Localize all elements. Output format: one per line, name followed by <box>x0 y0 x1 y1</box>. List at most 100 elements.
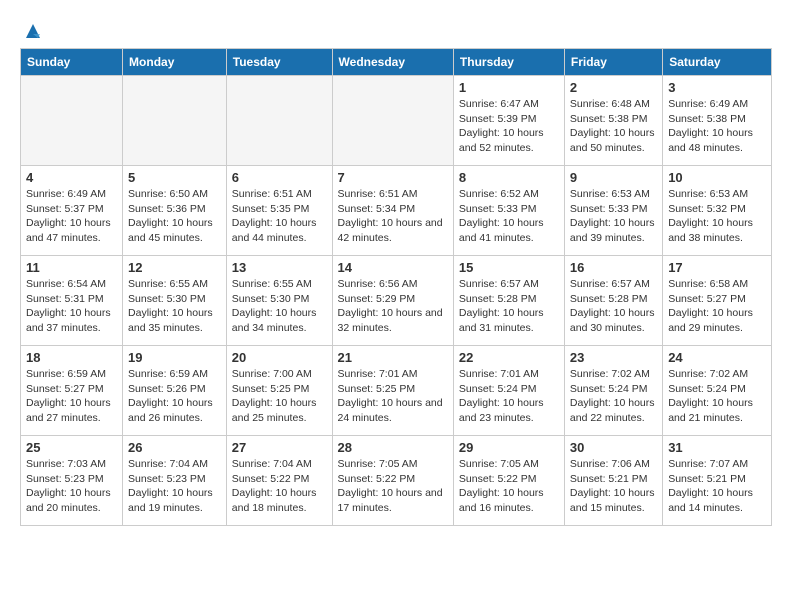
cell-info: Sunrise: 7:02 AM Sunset: 5:24 PM Dayligh… <box>668 367 766 426</box>
cell-info: Sunrise: 7:01 AM Sunset: 5:24 PM Dayligh… <box>459 367 559 426</box>
day-number: 5 <box>128 170 221 185</box>
cell-info: Sunrise: 6:55 AM Sunset: 5:30 PM Dayligh… <box>128 277 221 336</box>
logo-icon <box>22 20 44 42</box>
cell-info: Sunrise: 6:58 AM Sunset: 5:27 PM Dayligh… <box>668 277 766 336</box>
day-number: 27 <box>232 440 327 455</box>
cell-info: Sunrise: 6:57 AM Sunset: 5:28 PM Dayligh… <box>459 277 559 336</box>
day-number: 9 <box>570 170 657 185</box>
calendar-cell-29: 29Sunrise: 7:05 AM Sunset: 5:22 PM Dayli… <box>453 436 564 526</box>
cell-info: Sunrise: 6:47 AM Sunset: 5:39 PM Dayligh… <box>459 97 559 156</box>
day-number: 4 <box>26 170 117 185</box>
calendar-cell-20: 20 Sunrise: 7:00 AM Sunset: 5:25 PM Dayli… <box>226 346 332 436</box>
calendar-cell-30: 30 Sunrise: 7:06 AM Sunset: 5:21 PM Dayli… <box>564 436 662 526</box>
calendar-cell-11: 11 Sunrise: 6:54 AM Sunset: 5:31 PM Dayli… <box>21 256 123 346</box>
day-number: 10 <box>668 170 766 185</box>
calendar-cell-18: 18 Sunrise: 6:59 AM Sunset: 5:27 PM Dayli… <box>21 346 123 436</box>
cell-info: Sunrise: 7:03 AM Sunset: 5:23 PM Dayligh… <box>26 457 117 516</box>
calendar-cell-27: 27 Sunrise: 7:04 AM Sunset: 5:22 PM Dayli… <box>226 436 332 526</box>
day-number: 20 <box>232 350 327 365</box>
calendar-cell-28: 28 Sunrise: 7:05 AM Sunset: 5:22 PM Dayli… <box>332 436 453 526</box>
cell-info: Sunrise: 6:48 AM Sunset: 5:38 PM Dayligh… <box>570 97 657 156</box>
cell-info: Sunrise: 7:06 AM Sunset: 5:21 PM Dayligh… <box>570 457 657 516</box>
calendar-cell-19: 19 Sunrise: 6:59 AM Sunset: 5:26 PM Dayli… <box>123 346 227 436</box>
cell-info: Sunrise: 7:04 AM Sunset: 5:22 PM Dayligh… <box>232 457 327 516</box>
cell-info: Sunrise: 6:49 AM Sunset: 5:37 PM Dayligh… <box>26 187 117 246</box>
calendar-cell-empty <box>21 76 123 166</box>
calendar-cell-2: 2Sunrise: 6:48 AM Sunset: 5:38 PM Daylig… <box>564 76 662 166</box>
page-header <box>20 20 772 38</box>
calendar-table: SundayMondayTuesdayWednesdayThursdayFrid… <box>20 48 772 526</box>
calendar-cell-empty <box>226 76 332 166</box>
calendar-cell-10: 10 Sunrise: 6:53 AM Sunset: 5:32 PM Dayli… <box>663 166 772 256</box>
cell-info: Sunrise: 7:05 AM Sunset: 5:22 PM Dayligh… <box>338 457 448 516</box>
day-header-saturday: Saturday <box>663 49 772 76</box>
day-number: 1 <box>459 80 559 95</box>
cell-info: Sunrise: 6:54 AM Sunset: 5:31 PM Dayligh… <box>26 277 117 336</box>
calendar-cell-16: 16 Sunrise: 6:57 AM Sunset: 5:28 PM Dayli… <box>564 256 662 346</box>
day-number: 15 <box>459 260 559 275</box>
day-number: 29 <box>459 440 559 455</box>
cell-info: Sunrise: 6:52 AM Sunset: 5:33 PM Dayligh… <box>459 187 559 246</box>
cell-info: Sunrise: 6:53 AM Sunset: 5:33 PM Dayligh… <box>570 187 657 246</box>
cell-info: Sunrise: 6:53 AM Sunset: 5:32 PM Dayligh… <box>668 187 766 246</box>
day-number: 7 <box>338 170 448 185</box>
calendar-cell-8: 8 Sunrise: 6:52 AM Sunset: 5:33 PM Daylig… <box>453 166 564 256</box>
day-number: 3 <box>668 80 766 95</box>
logo <box>20 20 44 38</box>
day-header-friday: Friday <box>564 49 662 76</box>
calendar-cell-21: 21 Sunrise: 7:01 AM Sunset: 5:25 PM Dayli… <box>332 346 453 436</box>
cell-info: Sunrise: 7:00 AM Sunset: 5:25 PM Dayligh… <box>232 367 327 426</box>
cell-info: Sunrise: 6:59 AM Sunset: 5:27 PM Dayligh… <box>26 367 117 426</box>
day-header-wednesday: Wednesday <box>332 49 453 76</box>
day-header-monday: Monday <box>123 49 227 76</box>
day-number: 28 <box>338 440 448 455</box>
calendar-cell-7: 7 Sunrise: 6:51 AM Sunset: 5:34 PM Daylig… <box>332 166 453 256</box>
cell-info: Sunrise: 6:49 AM Sunset: 5:38 PM Dayligh… <box>668 97 766 156</box>
calendar-cell-1: 1 Sunrise: 6:47 AM Sunset: 5:39 PM Daylig… <box>453 76 564 166</box>
day-number: 6 <box>232 170 327 185</box>
cell-info: Sunrise: 7:02 AM Sunset: 5:24 PM Dayligh… <box>570 367 657 426</box>
day-number: 30 <box>570 440 657 455</box>
day-number: 14 <box>338 260 448 275</box>
calendar-cell-24: 24 Sunrise: 7:02 AM Sunset: 5:24 PM Dayli… <box>663 346 772 436</box>
cell-info: Sunrise: 6:56 AM Sunset: 5:29 PM Dayligh… <box>338 277 448 336</box>
day-number: 16 <box>570 260 657 275</box>
calendar-cell-22: 22Sunrise: 7:01 AM Sunset: 5:24 PM Dayli… <box>453 346 564 436</box>
calendar-cell-13: 13 Sunrise: 6:55 AM Sunset: 5:30 PM Dayli… <box>226 256 332 346</box>
calendar-cell-4: 4 Sunrise: 6:49 AM Sunset: 5:37 PM Daylig… <box>21 166 123 256</box>
calendar-cell-26: 26Sunrise: 7:04 AM Sunset: 5:23 PM Dayli… <box>123 436 227 526</box>
day-number: 12 <box>128 260 221 275</box>
calendar-cell-31: 31 Sunrise: 7:07 AM Sunset: 5:21 PM Dayli… <box>663 436 772 526</box>
cell-info: Sunrise: 6:51 AM Sunset: 5:34 PM Dayligh… <box>338 187 448 246</box>
day-number: 11 <box>26 260 117 275</box>
calendar-cell-9: 9 Sunrise: 6:53 AM Sunset: 5:33 PM Daylig… <box>564 166 662 256</box>
calendar-cell-15: 15 Sunrise: 6:57 AM Sunset: 5:28 PM Dayli… <box>453 256 564 346</box>
cell-info: Sunrise: 7:07 AM Sunset: 5:21 PM Dayligh… <box>668 457 766 516</box>
day-number: 31 <box>668 440 766 455</box>
calendar-cell-14: 14 Sunrise: 6:56 AM Sunset: 5:29 PM Dayli… <box>332 256 453 346</box>
cell-info: Sunrise: 6:55 AM Sunset: 5:30 PM Dayligh… <box>232 277 327 336</box>
day-header-tuesday: Tuesday <box>226 49 332 76</box>
calendar-cell-17: 17 Sunrise: 6:58 AM Sunset: 5:27 PM Dayli… <box>663 256 772 346</box>
calendar-cell-6: 6 Sunrise: 6:51 AM Sunset: 5:35 PM Daylig… <box>226 166 332 256</box>
cell-info: Sunrise: 6:59 AM Sunset: 5:26 PM Dayligh… <box>128 367 221 426</box>
day-number: 21 <box>338 350 448 365</box>
day-number: 8 <box>459 170 559 185</box>
calendar-cell-23: 23 Sunrise: 7:02 AM Sunset: 5:24 PM Dayli… <box>564 346 662 436</box>
calendar-cell-empty <box>332 76 453 166</box>
day-number: 18 <box>26 350 117 365</box>
day-header-thursday: Thursday <box>453 49 564 76</box>
day-number: 13 <box>232 260 327 275</box>
cell-info: Sunrise: 7:04 AM Sunset: 5:23 PM Dayligh… <box>128 457 221 516</box>
cell-info: Sunrise: 6:51 AM Sunset: 5:35 PM Dayligh… <box>232 187 327 246</box>
cell-info: Sunrise: 6:57 AM Sunset: 5:28 PM Dayligh… <box>570 277 657 336</box>
day-number: 25 <box>26 440 117 455</box>
calendar-cell-3: 3 Sunrise: 6:49 AM Sunset: 5:38 PM Daylig… <box>663 76 772 166</box>
cell-info: Sunrise: 7:01 AM Sunset: 5:25 PM Dayligh… <box>338 367 448 426</box>
day-number: 19 <box>128 350 221 365</box>
day-number: 24 <box>668 350 766 365</box>
calendar-cell-12: 12 Sunrise: 6:55 AM Sunset: 5:30 PM Dayli… <box>123 256 227 346</box>
calendar-cell-25: 25 Sunrise: 7:03 AM Sunset: 5:23 PM Dayli… <box>21 436 123 526</box>
day-number: 23 <box>570 350 657 365</box>
day-number: 17 <box>668 260 766 275</box>
